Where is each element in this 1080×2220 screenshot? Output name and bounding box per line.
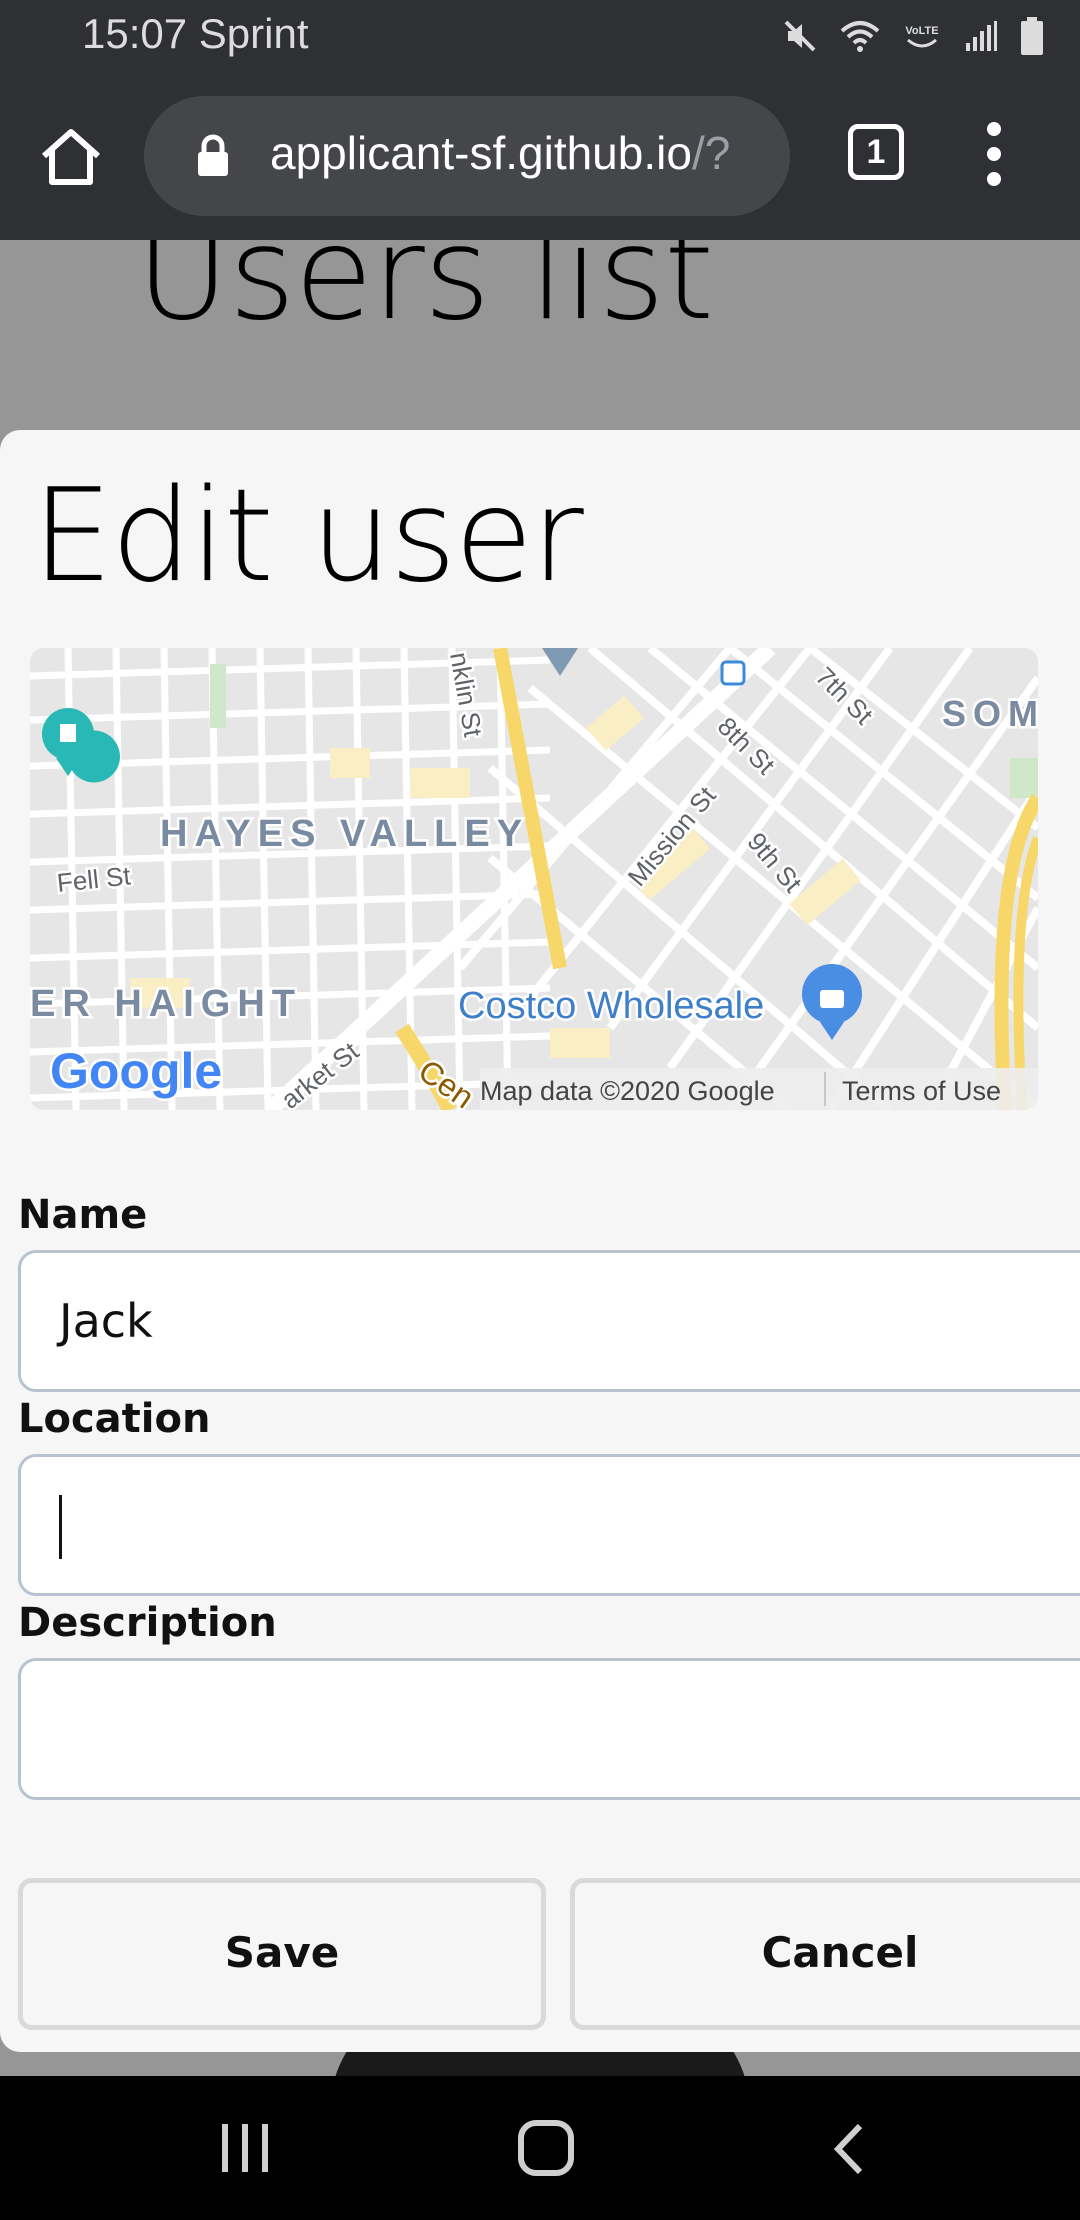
- status-bar: 15:07 Sprint VoLTE: [0, 0, 1080, 72]
- map-canvas: HAYES VALLEY Fell St ER HAIGHT Costco Wh…: [30, 648, 1038, 1110]
- home-icon: [42, 129, 100, 185]
- mute-icon: [784, 20, 816, 52]
- system-nav-bar: [0, 2076, 1080, 2220]
- url-host: applicant-sf.github.io: [270, 127, 692, 179]
- cancel-button[interactable]: Cancel: [570, 1878, 1080, 2030]
- map-terms-link[interactable]: Terms of Use: [842, 1076, 1001, 1106]
- wifi-icon: [840, 21, 880, 52]
- map-label-lower-haight: ER HAIGHT: [30, 983, 302, 1025]
- browser-toolbar: applicant-sf.github.io/? 1: [0, 72, 1080, 240]
- home-nav-icon[interactable]: [518, 2120, 574, 2176]
- browser-menu-button[interactable]: [978, 122, 1014, 188]
- url-text: applicant-sf.github.io/?: [270, 126, 730, 180]
- tab-switcher-button[interactable]: 1: [848, 124, 904, 180]
- location-input[interactable]: [18, 1454, 1080, 1596]
- location-label: Location: [18, 1396, 211, 1442]
- edit-user-dialog: Edit user HAYES VALLEY Fell St ER HAIGHT…: [0, 430, 1080, 2052]
- park: [1010, 758, 1038, 798]
- description-input[interactable]: [18, 1658, 1080, 1800]
- map[interactable]: HAYES VALLEY Fell St ER HAIGHT Costco Wh…: [30, 648, 1038, 1110]
- page-title: Users list: [136, 240, 714, 349]
- battery-icon: [1021, 17, 1043, 55]
- menu-dot-icon: [987, 147, 1001, 161]
- park: [210, 664, 226, 728]
- text-cursor: [59, 1495, 62, 1559]
- back-icon[interactable]: [830, 2122, 866, 2176]
- google-logo-icon: Google: [50, 1043, 222, 1099]
- recents-icon[interactable]: [220, 2122, 270, 2174]
- map-attribution: Map data ©2020 Google: [480, 1076, 775, 1106]
- description-label: Description: [18, 1600, 277, 1646]
- status-time-carrier: 15:07 Sprint: [82, 10, 309, 57]
- volte-icon: VoLTE: [905, 25, 939, 48]
- map-label-soma: SOM: [942, 693, 1038, 734]
- menu-dot-icon: [987, 122, 1001, 136]
- map-label-hayes-valley: HAYES VALLEY: [160, 813, 529, 855]
- address-bar[interactable]: applicant-sf.github.io/?: [144, 96, 790, 216]
- map-label-costco: Costco Wholesale: [458, 985, 764, 1027]
- menu-dot-icon: [987, 172, 1001, 186]
- url-path: /?: [691, 127, 731, 179]
- lock-icon: [198, 134, 228, 176]
- name-label: Name: [18, 1192, 148, 1238]
- save-button[interactable]: Save: [18, 1878, 546, 2030]
- name-input[interactable]: Jack: [18, 1250, 1080, 1392]
- volte-label: VoLTE: [905, 25, 938, 37]
- signal-icon: [966, 21, 997, 51]
- status-icons: VoLTE: [782, 14, 1044, 58]
- bart-station-icon: [720, 660, 746, 686]
- home-button[interactable]: [38, 124, 104, 190]
- dialog-title: Edit user: [32, 462, 584, 611]
